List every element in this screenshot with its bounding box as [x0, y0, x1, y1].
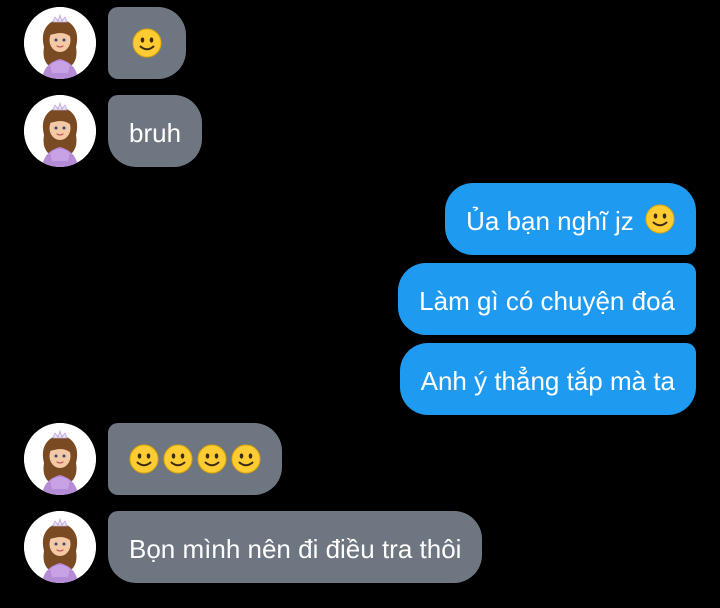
message-text: Ủa bạn nghĩ jz — [466, 206, 634, 237]
princess-avatar-icon[interactable] — [24, 511, 96, 583]
message-text: Bọn mình nên đi điều tra thôi — [129, 534, 462, 565]
slightly-smiling-face-icon — [231, 444, 261, 474]
message-bubble[interactable] — [108, 7, 186, 79]
message-bubble[interactable]: Làm gì có chuyện đoá — [398, 263, 696, 335]
message-bubble[interactable]: Anh ý thẳng tắp mà ta — [399, 343, 696, 415]
slightly-smiling-face-icon — [132, 28, 162, 58]
slightly-smiling-face-icon — [163, 444, 193, 474]
message-text: Anh ý thẳng tắp mà ta — [420, 366, 675, 397]
message-text: Làm gì có chuyện đoá — [419, 286, 675, 317]
slightly-smiling-face-icon — [129, 444, 159, 474]
message-bubble[interactable]: bruh — [108, 95, 203, 167]
slightly-smiling-face-icon — [645, 204, 675, 234]
message-bubble[interactable] — [108, 423, 282, 495]
message-bubble[interactable]: Bọn mình nên đi điều tra thôi — [108, 511, 483, 583]
message-text: bruh — [129, 118, 182, 149]
message-bubble[interactable]: Ủa bạn nghĩ jz — [445, 183, 696, 255]
slightly-smiling-face-icon — [197, 444, 227, 474]
princess-avatar-icon[interactable] — [24, 423, 96, 495]
princess-avatar-icon[interactable] — [24, 95, 96, 167]
princess-avatar-icon[interactable] — [24, 7, 96, 79]
